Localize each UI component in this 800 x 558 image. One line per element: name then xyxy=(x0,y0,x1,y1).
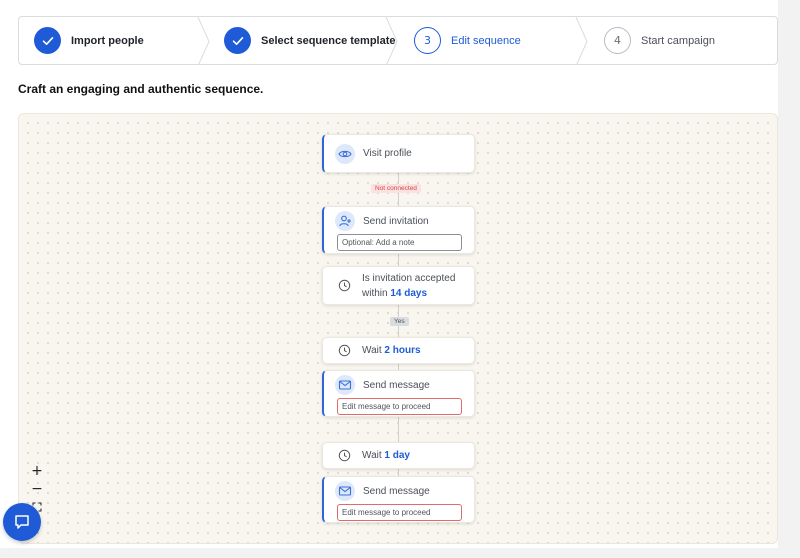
node-label: Is invitation accepted xyxy=(362,272,456,284)
add-user-icon xyxy=(335,211,355,231)
step-separator xyxy=(197,17,210,64)
node-wait-2-hours[interactable]: Wait 2 hours xyxy=(322,337,475,364)
bottom-bar xyxy=(0,548,800,558)
duration-value[interactable]: 14 days xyxy=(390,288,427,299)
eye-icon xyxy=(335,143,355,164)
clock-icon xyxy=(334,446,354,466)
step-start-campaign[interactable]: 4 Start campaign xyxy=(604,17,715,64)
message-input[interactable]: Edit message to proceed xyxy=(337,398,462,415)
node-send-invitation[interactable]: Send invitation Optional: Add a note xyxy=(322,206,475,254)
node-send-message[interactable]: Send message Edit message to proceed xyxy=(322,370,475,417)
progress-stepper: Import people Select sequence template 3… xyxy=(18,16,778,65)
invitation-note-input[interactable]: Optional: Add a note xyxy=(337,234,462,251)
wait-duration-value[interactable]: 1 day xyxy=(384,450,410,461)
scrollbar-track xyxy=(778,0,800,558)
step-label: Select sequence template xyxy=(261,34,396,47)
clock-icon xyxy=(334,276,354,296)
connector-line xyxy=(398,254,399,266)
chat-icon xyxy=(15,515,29,529)
step-separator xyxy=(575,17,588,64)
zoom-in-button[interactable]: + xyxy=(28,463,46,479)
envelope-icon xyxy=(335,481,355,501)
node-send-message[interactable]: Send message Edit message to proceed xyxy=(322,476,475,523)
step-import-people[interactable]: Import people xyxy=(34,17,144,64)
step-number: 3 xyxy=(414,27,441,54)
wait-duration-value[interactable]: 2 hours xyxy=(384,345,420,356)
page-subtitle: Craft an engaging and authentic sequence… xyxy=(18,82,264,96)
clock-icon xyxy=(334,341,354,361)
message-input[interactable]: Edit message to proceed xyxy=(337,504,462,521)
chat-support-button[interactable] xyxy=(3,503,41,541)
check-icon xyxy=(224,27,251,54)
connector-line xyxy=(398,417,399,444)
yes-branch-badge: Yes xyxy=(390,317,409,326)
step-separator xyxy=(385,17,398,64)
zoom-out-button[interactable]: − xyxy=(28,481,46,497)
step-label: Start campaign xyxy=(641,34,715,47)
node-label: Send invitation xyxy=(363,215,429,227)
wait-prefix: Wait xyxy=(362,345,382,356)
step-number: 4 xyxy=(604,27,631,54)
node-label-prefix: within xyxy=(362,287,388,299)
node-invitation-accepted-condition[interactable]: Is invitation accepted within 14 days xyxy=(322,266,475,305)
node-label: Send message xyxy=(363,485,430,497)
step-label: Import people xyxy=(71,34,144,47)
check-icon xyxy=(34,27,61,54)
node-visit-profile[interactable]: Visit profile xyxy=(322,134,475,173)
wait-prefix: Wait xyxy=(362,450,382,461)
node-label: Send message xyxy=(363,379,430,391)
step-select-template[interactable]: Select sequence template xyxy=(224,17,396,64)
node-label: Visit profile xyxy=(363,148,412,159)
sequence-canvas[interactable]: Visit profile Not connected Send invitat… xyxy=(18,113,778,544)
not-connected-badge: Not connected xyxy=(371,184,421,193)
envelope-icon xyxy=(335,375,355,395)
step-edit-sequence[interactable]: 3 Edit sequence xyxy=(414,17,521,64)
step-label: Edit sequence xyxy=(451,34,521,47)
node-wait-1-day[interactable]: Wait 1 day xyxy=(322,442,475,469)
